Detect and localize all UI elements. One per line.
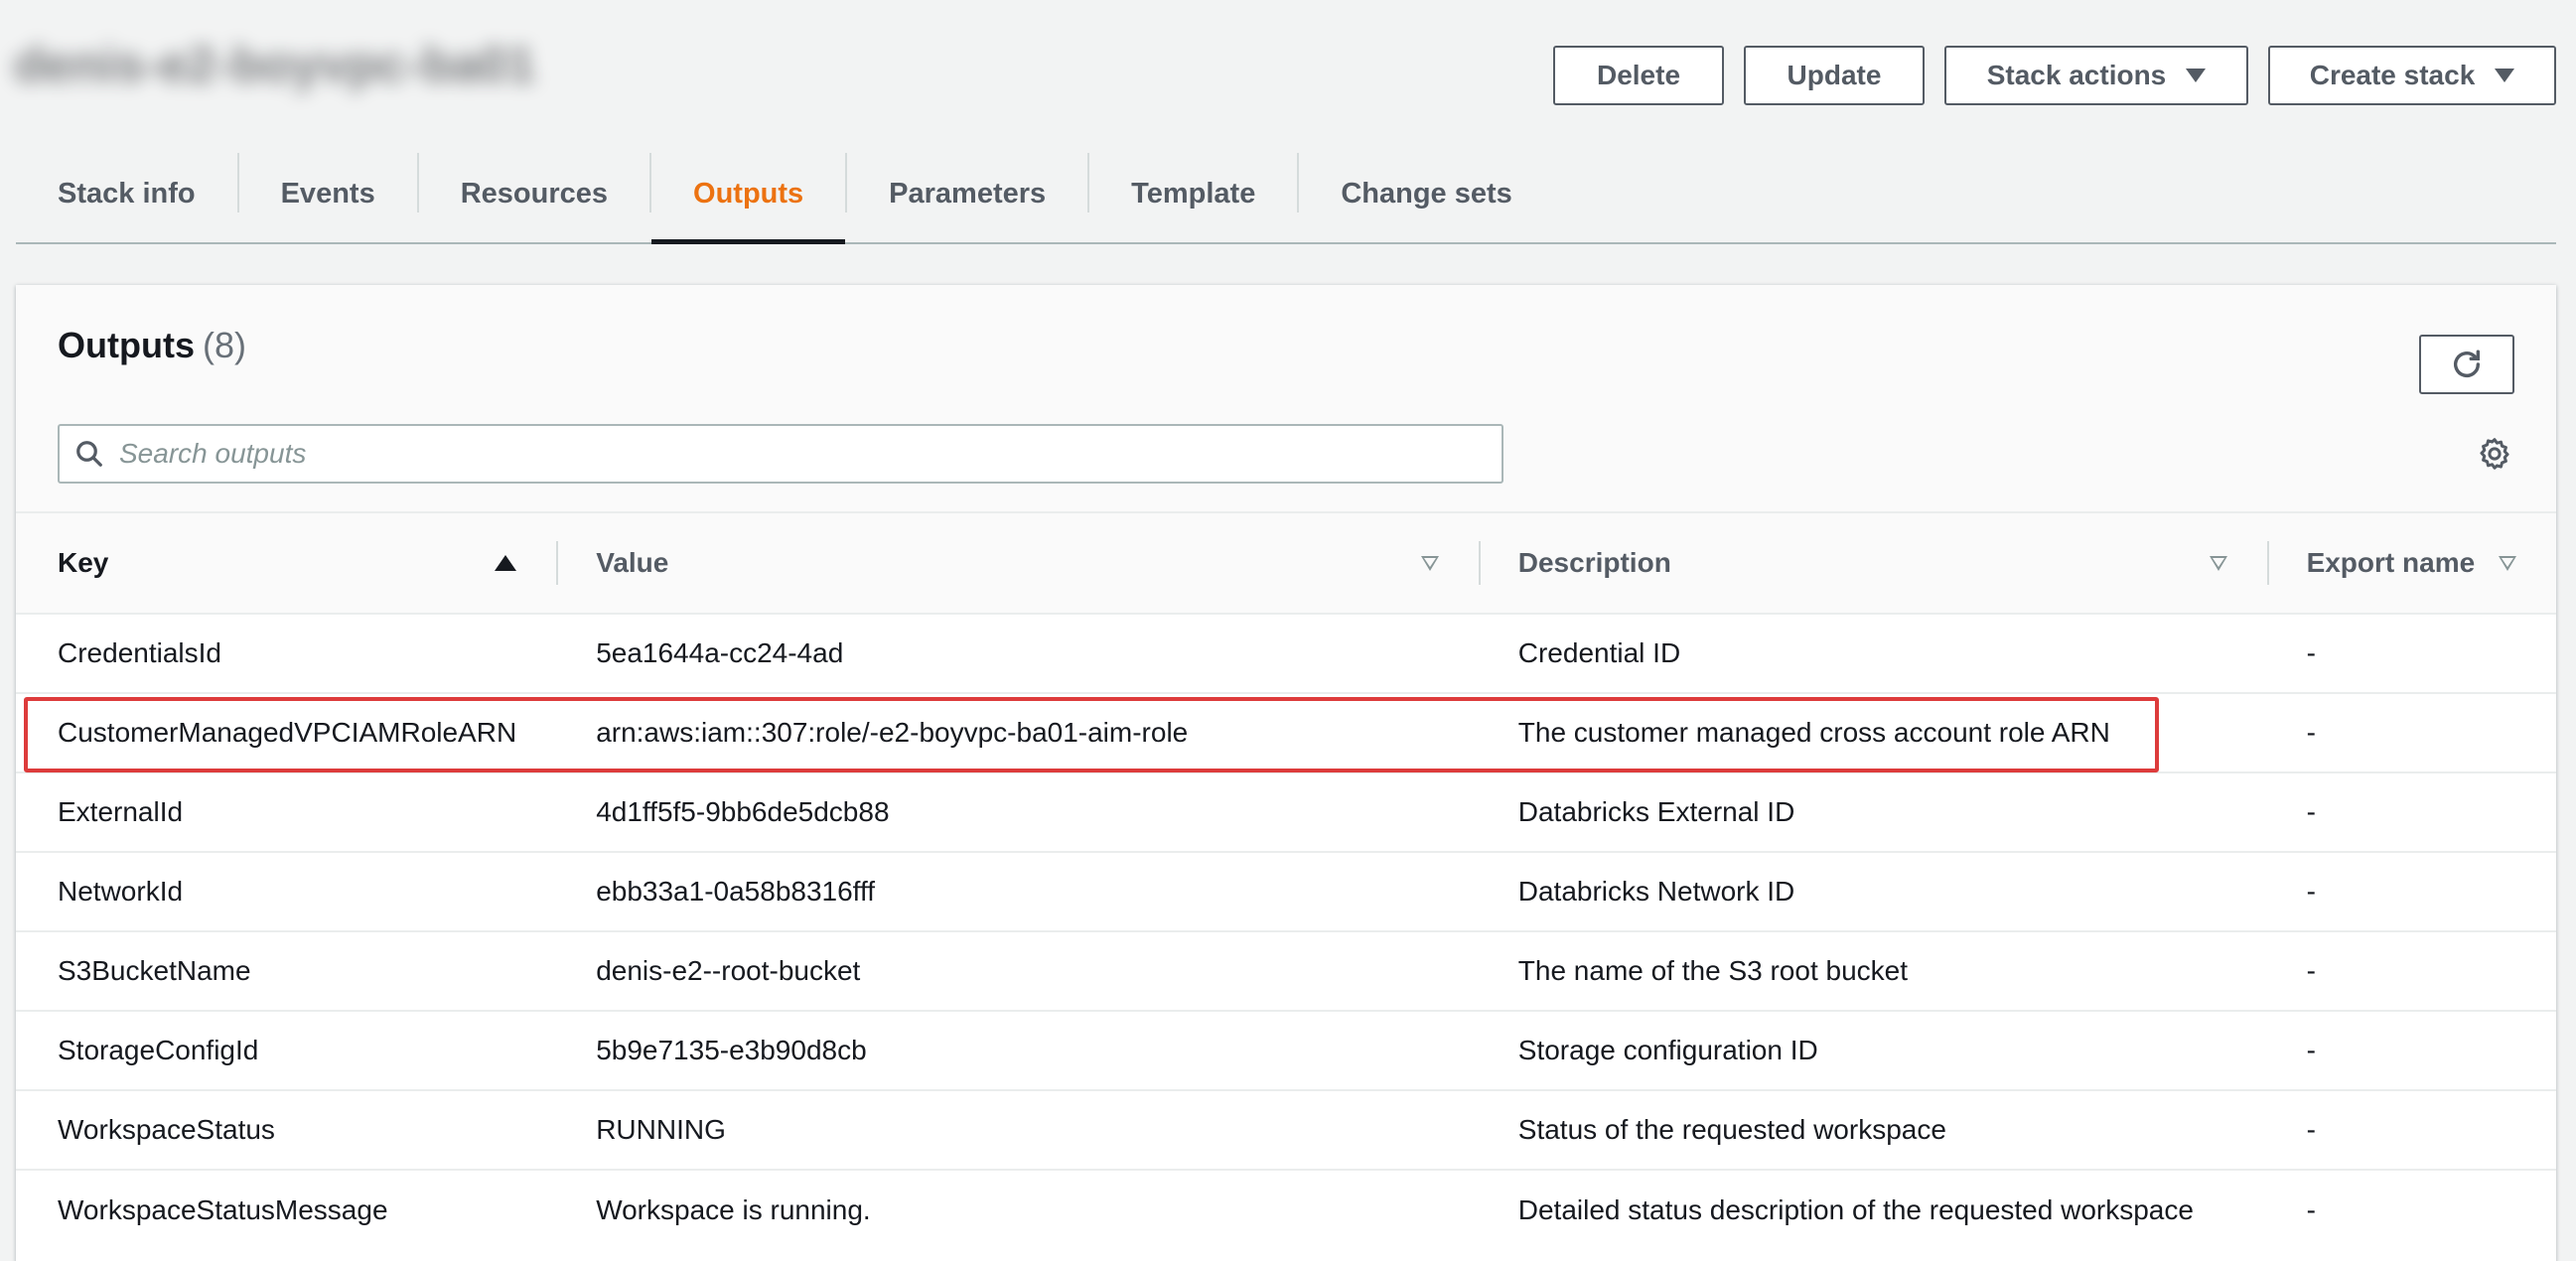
value-text: -root-bucket: [711, 955, 861, 986]
value-text: 9bb6de5dcb88: [705, 796, 890, 827]
cell-value: 5b9e7135-e3b90d8cb: [556, 1011, 1479, 1091]
outputs-title: Outputs (8): [58, 325, 246, 366]
cell-key: NetworkId: [16, 852, 557, 932]
table-row: NetworkId ebb33a1-0a58b8316fff Databrick…: [16, 852, 2556, 932]
cell-key: ExternalId: [16, 772, 557, 853]
tab-resources[interactable]: Resources: [419, 145, 649, 242]
table-row: ExternalId 4d1ff5f5-9bb6de5dcb88 Databri…: [16, 772, 2556, 853]
stack-name-text: denis-e2-boyvpc-ba01: [14, 37, 536, 92]
cell-value: 4d1ff5f5-9bb6de5dcb88: [556, 772, 1479, 853]
cell-description: Databricks External ID: [1478, 772, 2267, 853]
cell-value: arn:aws:iam::307:role/-e2-boyvpc-ba01-ai…: [556, 693, 1479, 773]
tab-change-sets[interactable]: Change sets: [1299, 145, 1553, 242]
tab-events[interactable]: Events: [239, 145, 417, 242]
column-header-key-label: Key: [58, 547, 109, 578]
outputs-title-text: Outputs: [58, 325, 195, 365]
create-stack-button[interactable]: Create stack: [2268, 46, 2556, 105]
outputs-table: Key Value Description Export name Creden…: [16, 513, 2556, 1249]
value-text: 5ea1644a-cc24-4ad: [596, 637, 844, 668]
tab-outputs[interactable]: Outputs: [651, 145, 846, 244]
value-text: -e2-boyvpc-ba01-aim-role: [869, 717, 1189, 748]
cell-description: Storage configuration ID: [1478, 1011, 2267, 1091]
search-icon: [60, 426, 119, 482]
outputs-count: (8): [202, 325, 246, 365]
cell-export-name: -: [2266, 614, 2556, 694]
value-text: denis-e2-: [596, 955, 712, 986]
cell-value: RUNNING: [556, 1090, 1479, 1171]
sort-icon: [1420, 555, 1439, 571]
cell-value: 5ea1644a-cc24-4ad: [556, 614, 1479, 694]
value-text: 5b9e7135-: [596, 1035, 730, 1065]
cell-key: CredentialsId: [16, 614, 557, 694]
cell-export-name: -: [2266, 772, 2556, 853]
gear-icon[interactable]: [2475, 434, 2514, 474]
cell-description: The name of the S3 root bucket: [1478, 931, 2267, 1012]
column-header-export-name-label: Export name: [2306, 547, 2476, 578]
column-divider: [2266, 541, 2269, 585]
sort-ascending-icon: [495, 555, 517, 571]
tab-stack-info[interactable]: Stack info: [16, 145, 237, 242]
refresh-icon: [2453, 350, 2481, 377]
cell-value: denis-e2--root-bucket: [556, 931, 1479, 1012]
caret-down-icon: [2495, 69, 2515, 82]
stack-name: denis-e2-boyvpc-ba01: [14, 36, 600, 95]
value-text: e3b90d8cb: [729, 1035, 867, 1065]
sort-icon: [2499, 555, 2516, 571]
search-outputs-field[interactable]: [58, 424, 1503, 484]
update-button[interactable]: Update: [1744, 46, 1925, 105]
cell-key: CustomerManagedVPCIAMRoleARN: [16, 693, 557, 773]
value-text: 307:role/: [761, 717, 870, 748]
value-text: ebb33a1: [596, 876, 705, 907]
cell-description: Credential ID: [1478, 614, 2267, 694]
cell-key: StorageConfigId: [16, 1011, 557, 1091]
table-row: WorkspaceStatus RUNNING Status of the re…: [16, 1090, 2556, 1171]
refresh-button[interactable]: [2419, 335, 2514, 394]
delete-button[interactable]: Delete: [1553, 46, 1724, 105]
cell-description: Databricks Network ID: [1478, 852, 2267, 932]
outputs-panel-header: Outputs (8): [16, 285, 2556, 513]
cell-export-name: -: [2266, 693, 2556, 773]
column-header-description-label: Description: [1517, 547, 1671, 578]
search-outputs-input[interactable]: [119, 426, 1502, 482]
tab-parameters[interactable]: Parameters: [847, 145, 1087, 242]
table-row: S3BucketName denis-e2--root-bucket The n…: [16, 931, 2556, 1012]
table-header-row: Key Value Description Export name: [16, 513, 2556, 615]
tab-template[interactable]: Template: [1089, 145, 1297, 242]
stack-actions-label: Stack actions: [1986, 60, 2167, 90]
sort-icon: [2209, 555, 2227, 571]
cell-key: WorkspaceStatusMessage: [58, 1193, 388, 1225]
stack-tabs: Stack info Events Resources Outputs Para…: [16, 145, 2556, 244]
table-row: StorageConfigId 5b9e7135-e3b90d8cb Stora…: [16, 1011, 2556, 1091]
cell-export-name: -: [2266, 1011, 2556, 1091]
cell-export-name: -: [2306, 1193, 2316, 1225]
cell-description: Detailed status description of the reque…: [1517, 1193, 2194, 1225]
value-text: 4d1ff5f5-: [596, 796, 706, 827]
column-header-key[interactable]: Key: [16, 513, 557, 615]
column-divider: [1478, 541, 1481, 585]
value-text: -0a58b8316fff: [704, 876, 876, 907]
cell-export-name: -: [2266, 852, 2556, 932]
header-actions: Delete Update Stack actions Create stack: [1553, 46, 2556, 105]
cell-value: ebb33a1-0a58b8316fff: [556, 852, 1479, 932]
column-header-value-label: Value: [596, 547, 669, 578]
outputs-panel: Outputs (8) Search outputs Key Value Des…: [16, 285, 2556, 1261]
cell-key: S3BucketName: [16, 931, 557, 1012]
column-divider: [556, 541, 559, 585]
stack-actions-button[interactable]: Stack actions: [1944, 46, 2248, 105]
cell-description: The customer managed cross account role …: [1478, 693, 2267, 773]
cell-value: Workspace is running.: [596, 1193, 871, 1225]
column-header-description[interactable]: Description: [1478, 513, 2267, 615]
cell-export-name: -: [2266, 931, 2556, 1012]
column-header-export-name[interactable]: Export name: [2266, 513, 2556, 615]
cell-key: WorkspaceStatus: [16, 1090, 557, 1171]
cell-export-name: -: [2266, 1090, 2556, 1171]
create-stack-label: Create stack: [2309, 60, 2476, 90]
table-row: WorkspaceStatusMessage Workspace is runn…: [16, 1170, 2556, 1249]
column-header-value[interactable]: Value: [556, 513, 1479, 615]
cell-description: Status of the requested workspace: [1478, 1090, 2267, 1171]
caret-down-icon: [2186, 69, 2207, 82]
value-text: arn:aws:iam::: [596, 717, 762, 748]
table-row: CustomerManagedVPCIAMRoleARN arn:aws:iam…: [16, 693, 2556, 773]
table-row: CredentialsId 5ea1644a-cc24-4ad Credenti…: [16, 614, 2556, 694]
